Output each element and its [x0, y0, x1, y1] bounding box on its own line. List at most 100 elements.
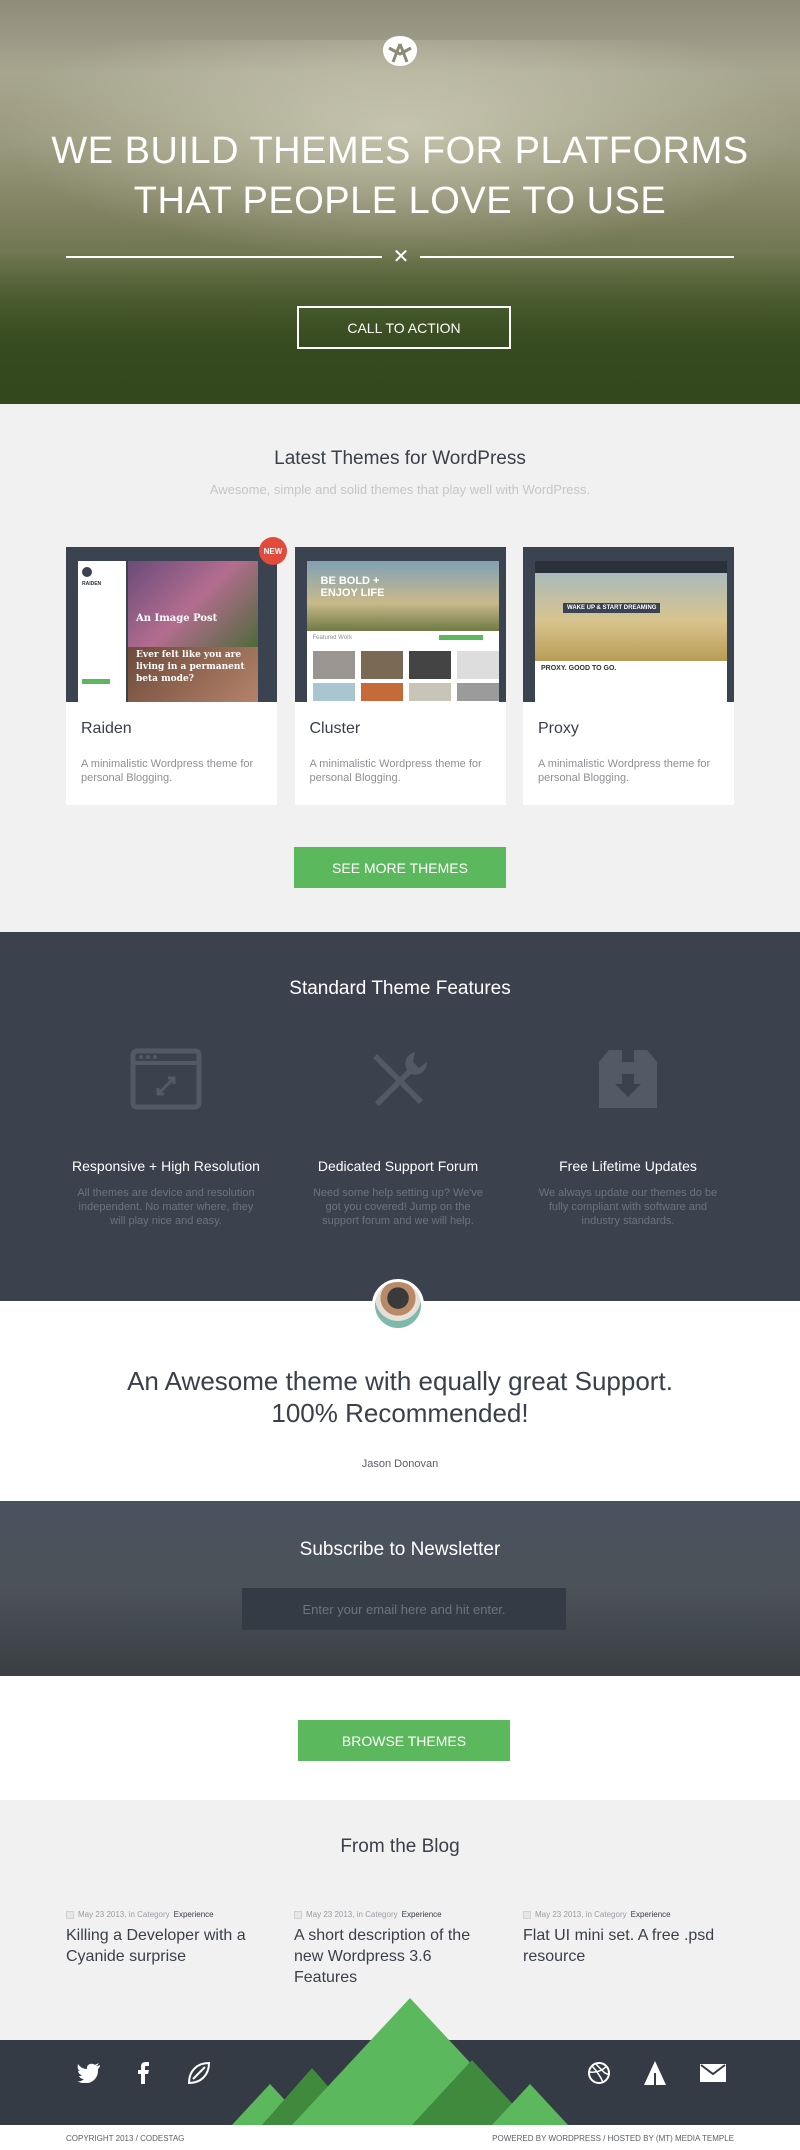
hero-section: WE BUILD THEMES FOR PLATFORMS THAT PEOPL…	[0, 0, 800, 404]
post-category[interactable]: Experience	[631, 1910, 671, 1919]
calendar-icon	[523, 1910, 531, 1919]
feature-description: All themes are device and resolution ind…	[77, 1187, 255, 1227]
post-meta: May 23 2013, in Category Experience	[294, 1910, 499, 1919]
copyright-bar: COPYRIGHT 2013 / CODESTAG POWERED BY WOR…	[0, 2125, 800, 2150]
screenshot-body: Featured Work	[306, 631, 499, 702]
new-badge: NEW	[259, 537, 287, 565]
mail-icon[interactable]	[700, 2060, 726, 2086]
theme-name[interactable]: Cluster	[310, 720, 361, 738]
feature-updates: Free Lifetime Updates We always update o…	[528, 1048, 728, 1228]
post-date: May 23 2013, in Category	[306, 1910, 398, 1919]
post-title[interactable]: A short description of the new Wordpress…	[294, 1925, 499, 1988]
themes-section: Latest Themes for WordPress Awesome, sim…	[0, 404, 800, 932]
theme-screenshot[interactable]: WAKE UP & START DREAMING PROXY. GOOD TO …	[523, 547, 734, 702]
twitter-icon[interactable]	[76, 2060, 102, 2086]
themes-subtitle: Awesome, simple and solid themes that pl…	[209, 482, 591, 497]
tools-icon	[298, 1048, 498, 1118]
post-meta: May 23 2013, in Category Experience	[523, 1910, 728, 1919]
screenshot-thumb	[360, 683, 403, 701]
screenshot-sidebar: RAIDEN	[78, 561, 126, 702]
newsletter-section: Subscribe to Newsletter	[0, 1501, 800, 1676]
theme-cards: NEW RAIDEN An Image Post Ever felt like …	[66, 537, 734, 805]
blog-post[interactable]: May 23 2013, in Category Experience Flat…	[523, 1910, 728, 1967]
post-title[interactable]: Flat UI mini set. A free .psd resource	[523, 1925, 728, 1967]
blog-post[interactable]: May 23 2013, in Category Experience A sh…	[294, 1910, 499, 1988]
theme-screenshot[interactable]: BE BOLD + ENJOY LIFE Featured Work	[294, 547, 506, 702]
avatar	[372, 1279, 424, 1331]
post-category[interactable]: Experience	[174, 1910, 214, 1919]
feature-responsive: Responsive + High Resolution All themes …	[66, 1048, 266, 1228]
quote-line2: 100% Recommended!	[271, 1398, 529, 1428]
screenshot-thumb	[312, 651, 355, 679]
mountains-illustration	[232, 1998, 568, 2125]
theme-screenshot[interactable]: RAIDEN An Image Post Ever felt like you …	[66, 547, 277, 702]
screenshot-thumb	[312, 683, 355, 701]
theme-description: A minimalistic Wordpress theme for perso…	[538, 758, 711, 784]
blog-post[interactable]: May 23 2013, in Category Experience Kill…	[66, 1910, 271, 1967]
dribbble-icon[interactable]	[586, 2060, 612, 2086]
theme-card-raiden[interactable]: NEW RAIDEN An Image Post Ever felt like …	[66, 537, 287, 805]
brand-logo-icon[interactable]	[381, 34, 419, 68]
footer	[0, 1998, 800, 2125]
feature-description: We always update our themes do be fully …	[538, 1187, 718, 1227]
screenshot-image-post	[128, 561, 258, 647]
screenshot-thumb	[360, 651, 403, 679]
features-section: Standard Theme Features Responsive + Hig…	[0, 932, 800, 1301]
testimonial-section: An Awesome theme with equally great Supp…	[0, 1279, 800, 1501]
screenshot-brand: RAIDEN	[82, 581, 102, 587]
screenshot-button	[82, 679, 110, 684]
screenshot-logo-icon	[82, 567, 92, 577]
responsive-window-icon	[66, 1048, 266, 1118]
screenshot-nav	[535, 561, 727, 573]
quote-line1: An Awesome theme with equally great Supp…	[127, 1366, 673, 1396]
testimonial-author: Jason Donovan	[361, 1458, 439, 1470]
hero-divider-right	[420, 256, 734, 258]
feature-title: Free Lifetime Updates	[559, 1158, 697, 1174]
forrst-icon[interactable]	[642, 2060, 668, 2086]
theme-name[interactable]: Raiden	[81, 720, 132, 738]
browse-themes-button[interactable]: BROWSE THEMES	[298, 1720, 510, 1761]
feature-support: Dedicated Support Forum Need some help s…	[298, 1048, 498, 1228]
screenshot-heading: BE BOLD + ENJOY LIFE	[320, 575, 385, 599]
screenshot-thumb	[408, 683, 451, 701]
post-meta: May 23 2013, in Category Experience	[66, 1910, 271, 1919]
screenshot-text: PROXY. GOOD TO GO.	[541, 665, 617, 672]
facebook-icon[interactable]	[130, 2060, 156, 2086]
blog-title: From the Blog	[340, 1836, 460, 1857]
theme-card-cluster[interactable]: BE BOLD + ENJOY LIFE Featured Work Clust…	[294, 547, 506, 805]
screenshot-button	[438, 635, 483, 640]
theme-name[interactable]: Proxy	[538, 720, 579, 738]
feature-description: Need some help setting up? We've got you…	[312, 1187, 484, 1227]
vimeo-leaf-icon[interactable]	[186, 2060, 212, 2086]
testimonial-quote: An Awesome theme with equally great Supp…	[0, 1365, 800, 1429]
browse-section: BROWSE THEMES	[0, 1676, 800, 1800]
see-more-themes-button[interactable]: SEE MORE THEMES	[294, 847, 506, 888]
hero-headline: WE BUILD THEMES FOR PLATFORMS THAT PEOPL…	[0, 126, 800, 226]
feature-title: Responsive + High Resolution	[72, 1158, 260, 1174]
hero-divider-left	[66, 256, 382, 258]
screenshot-thumb	[456, 683, 499, 701]
email-input[interactable]	[242, 1588, 566, 1630]
theme-description: A minimalistic Wordpress theme for perso…	[309, 758, 482, 784]
newsletter-title: Subscribe to Newsletter	[299, 1539, 501, 1560]
themes-title: Latest Themes for WordPress	[274, 448, 526, 469]
copyright-text: COPYRIGHT 2013 / CODESTAG	[66, 2134, 185, 2143]
theme-card-proxy[interactable]: WAKE UP & START DREAMING PROXY. GOOD TO …	[523, 547, 734, 805]
screenshot-thumb	[408, 651, 451, 679]
powered-by-text: POWERED BY WORDPRESS / HOSTED BY (MT) ME…	[492, 2134, 734, 2143]
feature-title: Dedicated Support Forum	[317, 1158, 479, 1174]
hero-headline-line2: THAT PEOPLE LOVE TO USE	[133, 180, 667, 222]
call-to-action-button[interactable]: CALL TO ACTION	[297, 306, 511, 349]
close-icon: ✕	[392, 246, 410, 268]
screenshot-text: Ever felt like you are living in a perma…	[136, 650, 245, 684]
calendar-icon	[66, 1910, 74, 1919]
screenshot-heading: WAKE UP & START DREAMING	[563, 603, 661, 613]
post-category[interactable]: Experience	[402, 1910, 442, 1919]
hero-headline-line1: WE BUILD THEMES FOR PLATFORMS	[51, 130, 749, 172]
post-date: May 23 2013, in Category	[535, 1910, 627, 1919]
download-box-icon	[528, 1048, 728, 1118]
theme-description: A minimalistic Wordpress theme for perso…	[81, 758, 254, 784]
screenshot-text: Featured Work	[312, 635, 353, 641]
screenshot-heading: An Image Post	[136, 613, 218, 624]
post-title[interactable]: Killing a Developer with a Cyanide surpr…	[66, 1925, 271, 1967]
